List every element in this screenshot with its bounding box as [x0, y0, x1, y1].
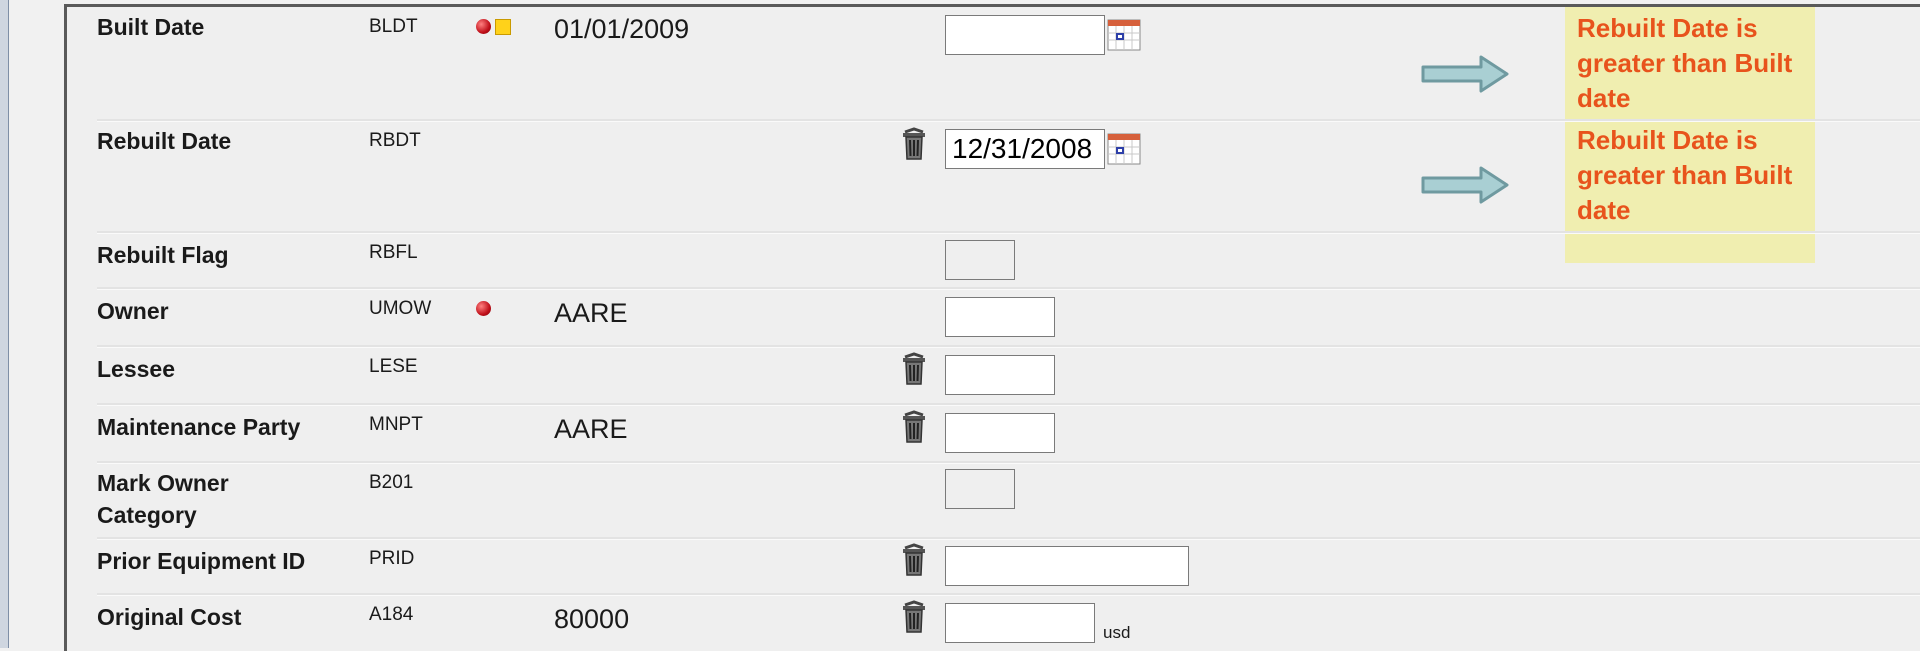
field-label: Maintenance Party: [97, 414, 301, 440]
warning-indicator-icon: [495, 19, 511, 35]
arrow-right-icon: [1421, 55, 1509, 93]
message-line: Rebuilt Date is: [1577, 125, 1758, 155]
current-value: 01/01/2009: [554, 14, 690, 44]
field-label: Built Date: [97, 14, 205, 40]
current-value: AARE: [554, 298, 628, 328]
current-value: 80000: [554, 604, 630, 634]
field-label: Rebuilt Date: [97, 128, 232, 154]
row-rebuilt-date: Rebuilt Date RBDT Rebuilt Date is: [67, 121, 1920, 231]
field-label: Mark Owner Category: [97, 467, 229, 531]
message-line: date: [1577, 195, 1631, 225]
field-code: B201: [369, 472, 414, 493]
window-left-border: [0, 0, 9, 648]
row-lessee: Lessee LESE: [67, 347, 1920, 403]
row-original-cost: Original Cost A184 80000 usd: [67, 595, 1920, 651]
current-value: AARE: [554, 414, 628, 444]
row-rebuilt-flag: Rebuilt Flag RBFL: [67, 233, 1920, 287]
validation-message: Rebuilt Date is greater than Built date: [1577, 123, 1807, 228]
currency-unit: usd: [1103, 623, 1131, 642]
field-code: RBFL: [369, 242, 418, 263]
row-built-date: Built Date BLDT 01/01/2009 Rebuilt Date …: [67, 7, 1920, 119]
message-line: date: [1577, 83, 1631, 113]
rebuilt-date-input[interactable]: [945, 129, 1105, 169]
trash-icon[interactable]: [901, 410, 927, 444]
original-cost-input[interactable]: [945, 603, 1095, 643]
field-label: Lessee: [97, 356, 176, 382]
calendar-icon[interactable]: [1107, 133, 1141, 165]
message-line: greater than Built: [1577, 48, 1793, 78]
calendar-icon[interactable]: [1107, 19, 1141, 51]
mark-owner-category-input[interactable]: [945, 469, 1015, 509]
equipment-attributes-panel: Built Date BLDT 01/01/2009 Rebuilt Date …: [64, 4, 1920, 651]
rebuilt-flag-input[interactable]: [945, 240, 1015, 280]
row-prior-equipment-id: Prior Equipment ID PRID: [67, 539, 1920, 593]
trash-icon[interactable]: [901, 543, 927, 577]
field-label: Owner: [97, 298, 169, 324]
prior-equipment-id-input[interactable]: [945, 546, 1189, 586]
field-code: A184: [369, 604, 414, 625]
field-code: BLDT: [369, 16, 418, 37]
trash-icon[interactable]: [901, 352, 927, 386]
arrow-right-icon: [1421, 166, 1509, 204]
field-label: Prior Equipment ID: [97, 548, 306, 574]
message-line: greater than Built: [1577, 160, 1793, 190]
field-label-line: Mark Owner: [97, 470, 229, 496]
field-label-line: Category: [97, 502, 197, 528]
built-date-input[interactable]: [945, 15, 1105, 55]
maintenance-party-input[interactable]: [945, 413, 1055, 453]
row-mark-owner-category: Mark Owner Category B201: [67, 463, 1920, 537]
field-label: Rebuilt Flag: [97, 242, 229, 268]
required-indicator-icon: [476, 19, 491, 34]
row-owner: Owner UMOW AARE: [67, 289, 1920, 345]
field-code: LESE: [369, 356, 418, 377]
field-code: UMOW: [369, 298, 432, 319]
field-code: PRID: [369, 548, 415, 569]
field-code: MNPT: [369, 414, 423, 435]
field-label: Original Cost: [97, 604, 242, 630]
row-maintenance-party: Maintenance Party MNPT AARE: [67, 405, 1920, 461]
lessee-input[interactable]: [945, 355, 1055, 395]
owner-input[interactable]: [945, 297, 1055, 337]
required-indicator-icon: [476, 301, 491, 316]
message-line: Rebuilt Date is: [1577, 13, 1758, 43]
trash-icon[interactable]: [901, 600, 927, 634]
validation-message: Rebuilt Date is greater than Built date: [1577, 11, 1807, 116]
trash-icon[interactable]: [901, 127, 927, 161]
field-code: RBDT: [369, 130, 421, 151]
